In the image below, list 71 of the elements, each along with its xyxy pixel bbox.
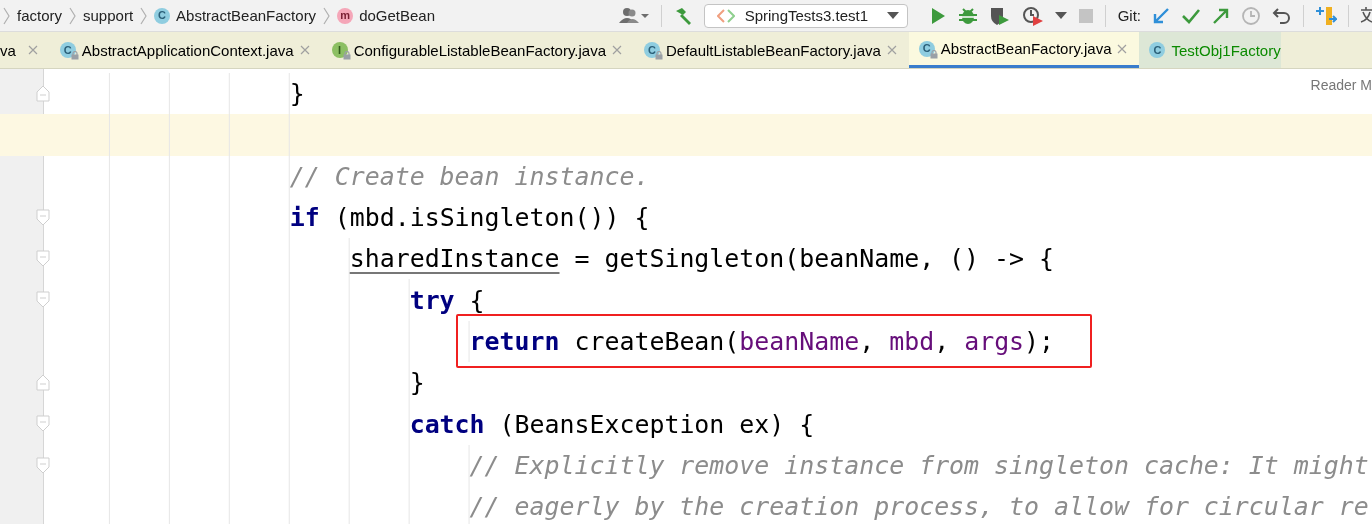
code-text: = getSingleton(beanName, () -> { — [573, 244, 1055, 274]
code-text: createBean( — [573, 326, 740, 356]
fold-marker-icon[interactable] — [36, 415, 50, 433]
code-comment: // eagerly by the creation process, to allow for circular re — [469, 492, 1369, 522]
chevron-icon — [322, 6, 332, 25]
code-text: (BeansException ex) { — [498, 409, 815, 439]
editor-tab[interactable]: I ConfigurableListableBeanFactory.java — [321, 32, 634, 68]
code-variable: mbd — [889, 326, 935, 356]
close-icon[interactable] — [612, 45, 622, 55]
fold-marker-icon[interactable] — [36, 291, 50, 309]
run-configuration-dropdown[interactable]: SpringTests3.test1 — [703, 3, 908, 28]
bug-icon[interactable] — [957, 5, 978, 26]
close-icon[interactable] — [886, 45, 897, 55]
code-keyword: return — [469, 326, 560, 356]
breadcrumb-item[interactable]: factory — [17, 7, 62, 24]
fold-marker-icon[interactable] — [36, 208, 50, 226]
user-icon[interactable] — [617, 5, 650, 26]
close-icon[interactable] — [1117, 43, 1128, 54]
reader-mode-link[interactable]: Reader M — [1310, 77, 1372, 93]
breadcrumb-item[interactable]: doGetBean — [359, 7, 436, 24]
code-variable: beanName — [739, 326, 860, 356]
chevron-icon — [139, 6, 149, 25]
editor-tab[interactable]: C DefaultListableBeanFactory.java — [634, 32, 909, 68]
close-icon[interactable] — [27, 45, 38, 55]
file-type-icon: C — [644, 42, 660, 58]
file-type-icon: C — [59, 42, 76, 58]
caret-icon — [886, 11, 899, 20]
configuration-icon — [716, 8, 735, 23]
code-variable: args — [964, 326, 1025, 356]
clock-icon[interactable] — [1241, 5, 1261, 26]
code-text: (mbd.isSingleton()) { — [333, 203, 650, 233]
translate-icon[interactable] — [1360, 5, 1372, 26]
undo-icon[interactable] — [1272, 5, 1292, 26]
code-comment: // Explicitly remove instance from singleton cache: It might — [469, 450, 1369, 480]
fold-marker-icon[interactable] — [36, 85, 50, 102]
caret-icon[interactable] — [1054, 11, 1067, 20]
editor-tab[interactable]: C TestObj1Factory — [1139, 32, 1281, 68]
file-type-icon: C — [154, 7, 171, 24]
code-text: , — [934, 326, 951, 356]
breadcrumb-item[interactable]: AbstractBeanFactory — [176, 7, 317, 24]
code-text: } — [289, 79, 305, 109]
breadcrumb-item[interactable]: support — [83, 7, 134, 24]
code-text: , — [859, 326, 876, 356]
chevron-icon — [2, 6, 11, 25]
fold-marker-icon[interactable] — [36, 456, 50, 474]
code-keyword: try — [409, 285, 455, 315]
code-keyword: catch — [409, 409, 485, 439]
chevron-icon — [68, 6, 77, 25]
coverage-icon[interactable] — [988, 5, 1011, 26]
code-comment: // Create bean instance. — [289, 161, 650, 191]
close-icon[interactable] — [299, 45, 310, 55]
code-text: { — [468, 285, 485, 315]
fold-marker-icon[interactable] — [36, 250, 50, 268]
editor-tab[interactable]: va — [0, 32, 50, 68]
update-arrow-icon[interactable] — [1152, 6, 1170, 25]
file-type-icon: I — [331, 42, 348, 58]
editor-tab[interactable]: C AbstractBeanFactory.java — [908, 32, 1140, 68]
profiler-icon[interactable] — [1021, 5, 1044, 26]
push-arrow-icon[interactable] — [1212, 6, 1230, 25]
branch-compare-icon[interactable] — [1315, 4, 1337, 27]
file-type-icon: m — [337, 7, 354, 24]
code-text: } — [409, 368, 425, 398]
code-text: ); — [1024, 326, 1055, 356]
editor-tab[interactable]: C AbstractApplicationContext.java — [49, 32, 322, 68]
file-type-icon: C — [918, 40, 935, 57]
git-label: Git: — [1117, 7, 1141, 24]
code-field: sharedInstance — [349, 244, 560, 274]
file-type-icon: C — [1149, 42, 1166, 58]
fold-marker-icon[interactable] — [36, 374, 50, 392]
stop-icon[interactable] — [1077, 7, 1094, 24]
code-keyword: if — [289, 203, 320, 233]
